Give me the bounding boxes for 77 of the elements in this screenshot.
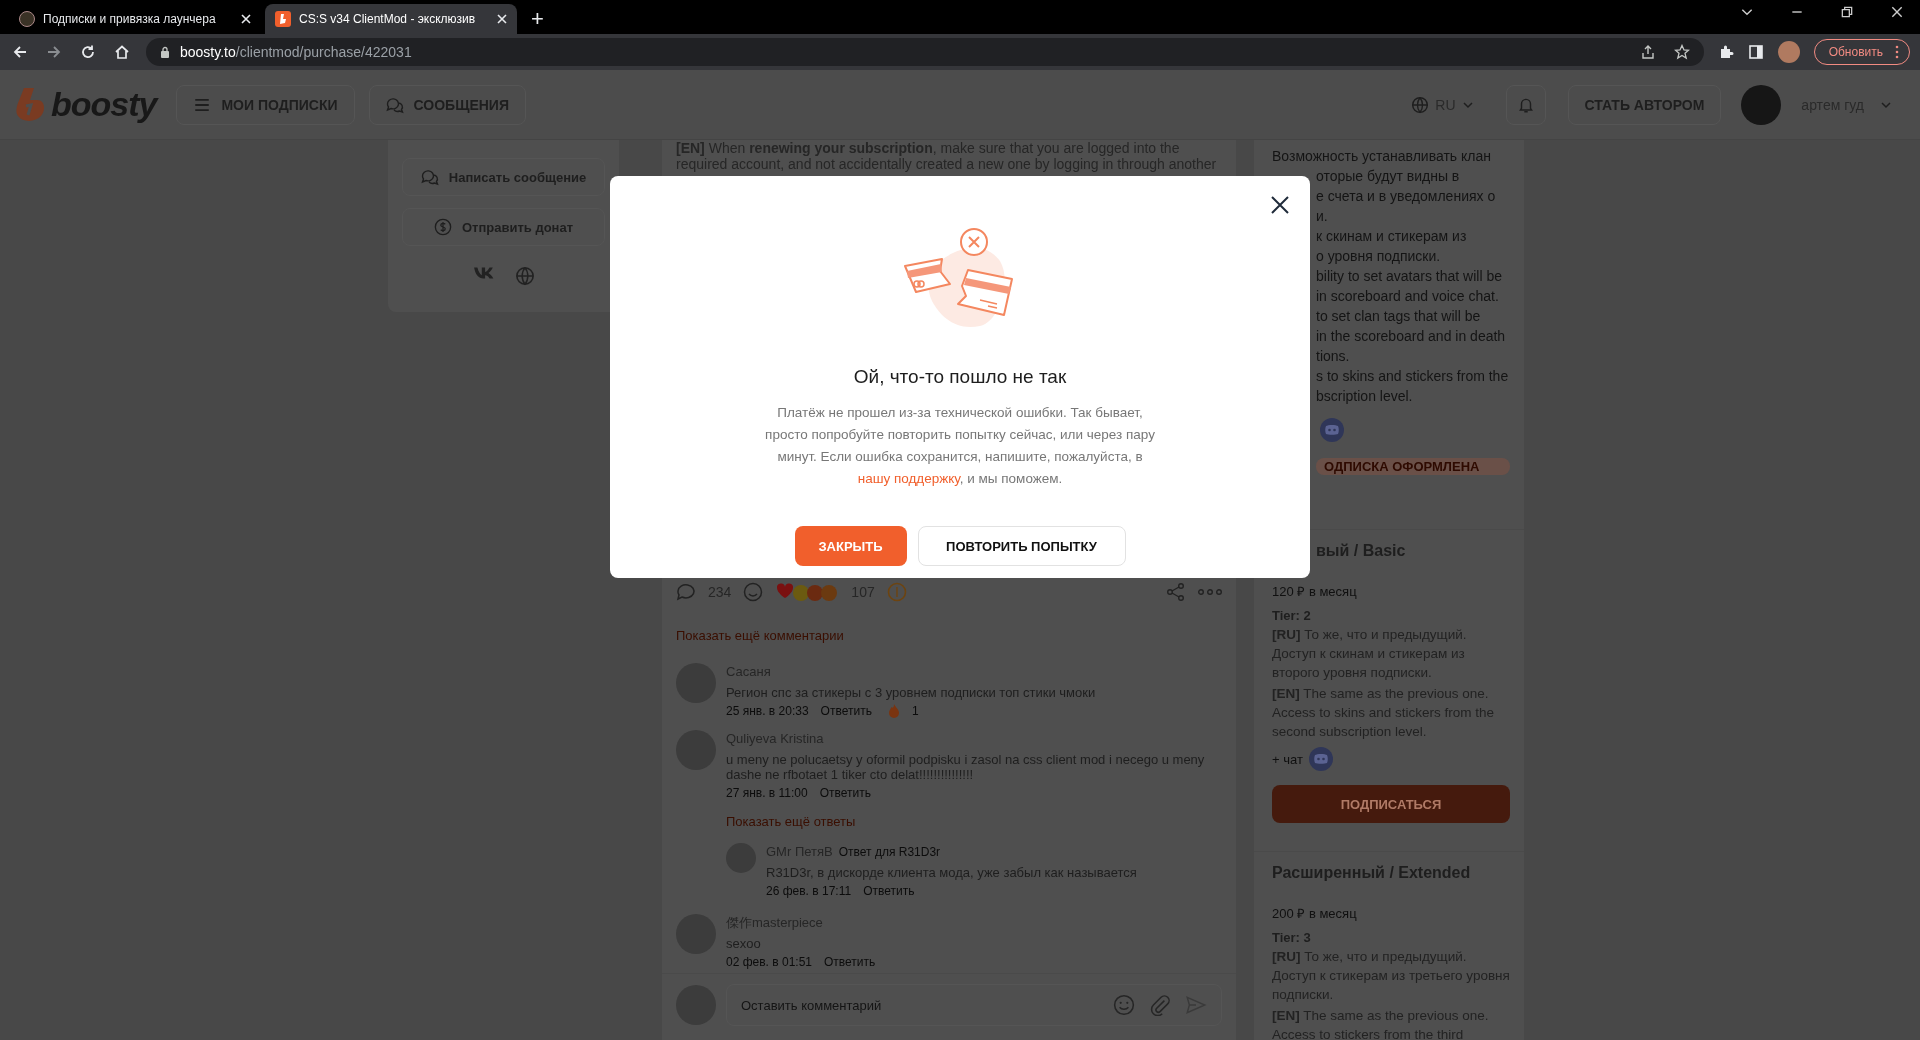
address-field[interactable]: boosty.to/clientmod/purchase/422031 (146, 38, 1704, 66)
tier-description-line: bscription level. (1316, 387, 1413, 406)
tier-price: 120 ₽ в месяц (1272, 583, 1358, 600)
profile-avatar[interactable] (1777, 41, 1800, 63)
comment-input-field[interactable]: Оставить комментарий (741, 997, 1099, 1013)
tier-description-line: оторые будут видны в (1316, 167, 1460, 186)
dialog-title: Ой, что-то пошло не так (853, 366, 1067, 388)
tier-description-line: in scoreboard and voice chat. (1316, 287, 1499, 306)
restore-icon[interactable] (1840, 5, 1854, 19)
tier-description-line: tions. (1316, 347, 1350, 366)
tier-price: 200 ₽ в месяц (1272, 905, 1358, 922)
comment-date: 25 янв. в 20:33 (726, 704, 809, 718)
tier-description-line: о уровня подписки. (1316, 247, 1441, 266)
coin-icon (433, 218, 452, 236)
reply-link[interactable]: Ответить (824, 955, 876, 969)
smiley-icon[interactable] (743, 582, 764, 602)
discord-icon[interactable] (1320, 418, 1344, 442)
tier-description-line: Возможность устанавливать клан (1272, 147, 1491, 166)
comment-date: 26 фев. в 17:11 (766, 884, 852, 898)
reply-link[interactable]: Ответить (863, 884, 915, 898)
tier-description-line: to set clan tags that will be (1316, 307, 1481, 326)
site-favicon-icon (19, 11, 35, 27)
close-window-icon[interactable] (1890, 5, 1904, 19)
share-icon[interactable] (1639, 44, 1656, 60)
tier-description-line: s to skins and stickers from the (1316, 367, 1509, 386)
new-tab-button[interactable]: + (521, 4, 554, 34)
forward-icon[interactable] (46, 44, 62, 60)
tier-description-line: in the scoreboard and in death (1316, 327, 1506, 346)
subscribe-button[interactable]: ПОДПИСАТЬСЯ (1272, 785, 1510, 823)
lock-icon (160, 46, 170, 58)
vk-logo-icon[interactable] (472, 266, 495, 280)
globe-icon (1411, 95, 1430, 114)
reload-icon[interactable] (80, 44, 96, 60)
support-link[interactable]: нашу поддержку (857, 471, 960, 486)
reaction-count: 1 (911, 704, 919, 718)
notifications-button[interactable] (1505, 84, 1546, 125)
comment-date: 02 фев. в 01:51 (726, 955, 812, 969)
tier-description-line: к скинам и стикерам из (1316, 227, 1467, 246)
subscribed-button[interactable]: ОДПИСКА ОФОРМЛЕНА (1316, 458, 1510, 475)
lightning-logo-icon (15, 86, 45, 123)
site-favicon-icon (275, 11, 291, 27)
browser-tab[interactable]: Подписки и привязка лаунчера (9, 4, 261, 34)
home-icon[interactable] (114, 44, 130, 60)
more-icon[interactable] (1198, 589, 1222, 595)
dialog-message: Платёж не прошел из-за технической ошибки. Так бывает, просто попробуйте повторить попытку сейчас, или через пару минут. Если ошибка сохранится, напишите, пожалуйста, в нашу поддержку, и мы поможем. (764, 404, 1156, 488)
update-button[interactable]: Обновить (1813, 39, 1910, 65)
retry-button[interactable]: ПОВТОРИТЬ ПОПЫТКУ (917, 526, 1126, 566)
reply-link[interactable]: Ответить (820, 704, 872, 718)
fire-icon (887, 704, 900, 718)
paperclip-icon[interactable] (1149, 994, 1171, 1016)
reply-link[interactable]: Ответить (819, 786, 871, 800)
tier-description-line: bility to set avatars that will be (1316, 267, 1502, 286)
show-more-replies-link[interactable]: Показать ещё ответы (726, 814, 1222, 829)
close-icon[interactable] (1270, 195, 1290, 215)
side-panel-icon[interactable] (1747, 44, 1764, 60)
back-icon[interactable] (12, 44, 28, 60)
reply-to-label: Ответ для R31D3r (838, 845, 941, 859)
chat-label: + чат (1272, 751, 1303, 767)
comment-box[interactable]: Оставить комментарий (726, 984, 1222, 1026)
show-more-comments-link[interactable]: Показать ещё комментарии (676, 628, 844, 643)
more-icon (1895, 45, 1899, 59)
close-button[interactable]: ЗАКРЫТЬ (794, 526, 907, 566)
comment-date: 27 янв. в 11:00 (726, 786, 808, 800)
chat-bubbles-icon (420, 168, 439, 186)
smiley-icon[interactable] (1113, 994, 1135, 1016)
bookmark-star-icon[interactable] (1673, 44, 1690, 60)
tier-description-line: и. (1316, 207, 1328, 226)
comment-icon[interactable] (676, 582, 696, 602)
close-tab-icon[interactable] (497, 14, 507, 24)
chat-bubbles-icon (385, 95, 404, 114)
browser-tab[interactable]: CS:S v34 ClientMod - эксклюзив (265, 4, 517, 34)
discord-icon[interactable] (1308, 747, 1333, 771)
reaction-emojis-drawing (775, 582, 840, 602)
close-tab-icon[interactable] (241, 14, 251, 24)
globe-icon[interactable] (514, 266, 535, 286)
tier-description-line: е счета и в уведомлениях о (1316, 187, 1496, 206)
user-avatar[interactable] (1741, 84, 1782, 125)
